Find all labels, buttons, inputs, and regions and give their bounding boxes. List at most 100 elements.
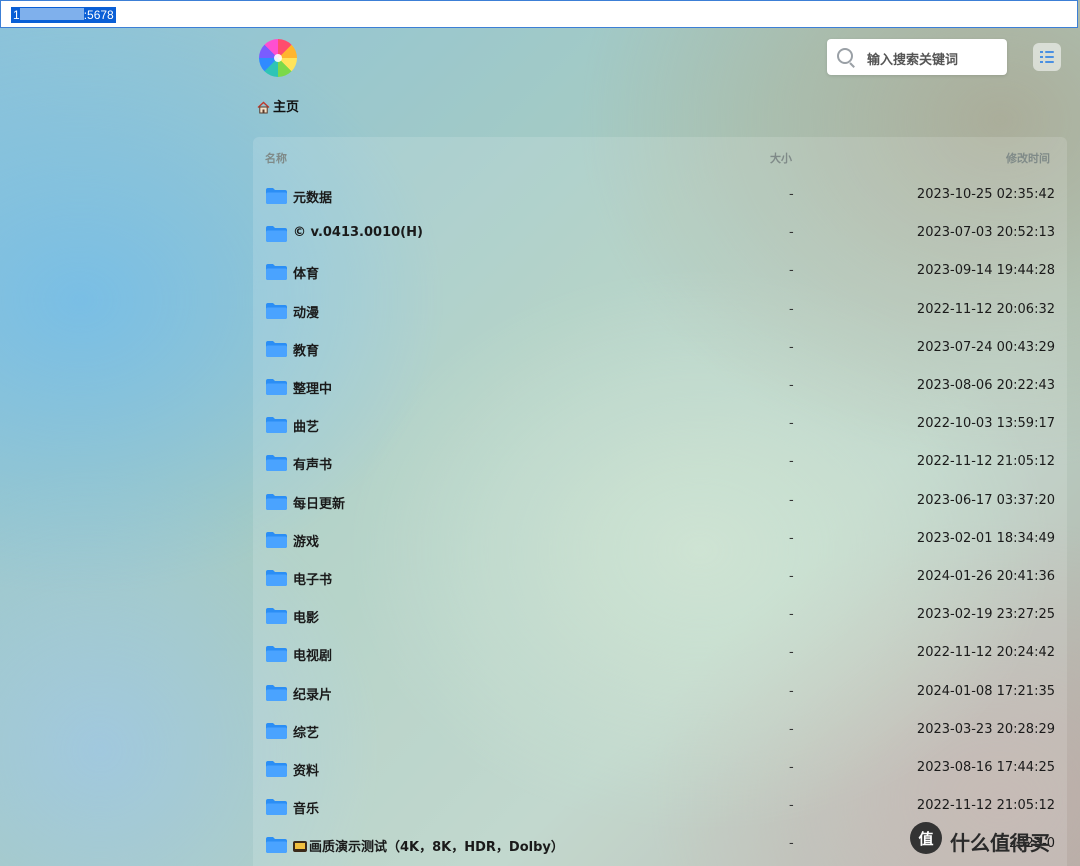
table-row[interactable]: 每日更新 - 2023-06-17 03:37:20 <box>253 482 1067 520</box>
row-name-text: 整理中 <box>293 382 333 397</box>
row-name[interactable]: 音乐 <box>293 798 319 817</box>
row-modified: 2024-01-08 17:21:35 <box>916 683 1055 699</box>
row-modified: 2022-11-12 21:05:12 <box>916 798 1055 814</box>
row-modified: 2023-02-01 18:34:49 <box>916 530 1055 546</box>
row-size: - <box>789 721 794 737</box>
folder-icon <box>266 493 287 510</box>
row-name[interactable]: 资料 <box>293 760 319 779</box>
row-size: - <box>789 187 794 202</box>
column-header-size[interactable]: 大小 <box>770 150 792 166</box>
row-modified: 2022-10-03 13:59:17 <box>916 416 1055 432</box>
table-row[interactable]: 体育 - 2023-09-14 19:44:28 <box>253 252 1067 290</box>
table-row[interactable]: 电子书 - 2024-01-26 20:41:36 <box>253 558 1067 596</box>
row-size: - <box>789 454 794 470</box>
row-name[interactable]: 体育 <box>293 263 319 282</box>
table-row[interactable]: 纪录片 - 2024-01-08 17:21:35 <box>253 673 1067 711</box>
row-name[interactable]: 动漫 <box>293 302 319 321</box>
folder-icon <box>266 226 287 243</box>
row-name-text: 画质演示测试（4K，8K，HDR，Dolby） <box>309 840 564 856</box>
row-name[interactable]: 曲艺 <box>293 416 319 435</box>
row-name-text: 电视剧 <box>293 649 333 665</box>
address-bar[interactable]: 1:5678 <box>0 0 1078 28</box>
table-row[interactable]: 教育 - 2023-07-24 00:43:29 <box>253 329 1067 367</box>
table-row[interactable]: 音乐 - 2022-11-12 21:05:12 <box>253 787 1067 825</box>
folder-icon <box>266 531 287 548</box>
search-icon <box>837 48 853 64</box>
row-modified: 2023-08-16 17:44:25 <box>916 760 1055 775</box>
row-modified: 2023-03-23 20:28:29 <box>916 721 1055 737</box>
table-row[interactable]: © v.0413.0010(H) - 2023-07-03 20:52:13 <box>253 214 1067 252</box>
row-size: - <box>789 645 794 661</box>
row-name[interactable]: 综艺 <box>293 722 319 741</box>
table-row[interactable]: 曲艺 - 2022-10-03 13:59:17 <box>253 405 1067 443</box>
row-name[interactable]: 元数据 <box>293 187 332 206</box>
row-name-text: 综艺 <box>293 725 320 741</box>
column-header-modified[interactable]: 修改时间 <box>1006 150 1050 166</box>
row-size: - <box>789 607 794 623</box>
list-view-button[interactable] <box>1033 43 1061 71</box>
row-name[interactable]: © v.0413.0010(H) <box>293 225 423 240</box>
row-modified: 2023-07-24 00:43:29 <box>916 339 1055 355</box>
folder-icon <box>266 455 287 472</box>
row-name-text: 教育 <box>293 343 320 359</box>
row-size: - <box>789 569 794 584</box>
row-name-text: 元数据 <box>293 191 333 206</box>
row-size: - <box>789 263 794 279</box>
table-row[interactable]: 整理中 - 2023-08-06 20:22:43 <box>253 367 1067 405</box>
folder-icon <box>266 722 287 739</box>
folder-icon <box>266 799 287 816</box>
row-name[interactable]: 电子书 <box>293 569 332 588</box>
table-row[interactable]: 游戏 - 2023-02-01 18:34:49 <box>253 520 1067 558</box>
row-size: - <box>789 378 794 393</box>
table-row[interactable]: 动漫 - 2022-11-12 20:06:32 <box>253 291 1067 329</box>
table-row[interactable]: 资料 - 2023-08-16 17:44:25 <box>253 749 1067 787</box>
breadcrumb-home-label: 主页 <box>273 100 300 115</box>
row-name[interactable]: 画质演示测试（4K，8K，HDR，Dolby） <box>293 836 564 855</box>
folder-icon <box>266 570 287 586</box>
tv-icon <box>293 841 307 853</box>
folder-icon <box>266 837 287 854</box>
breadcrumb[interactable]: 主页 <box>256 99 299 117</box>
search-box[interactable]: 输入搜索关键词 <box>827 39 1007 75</box>
row-modified: 2023-08-06 20:22:43 <box>916 378 1055 393</box>
table-row[interactable]: 元数据 - 2023-10-25 02:35:42 <box>253 176 1067 214</box>
folder-icon <box>266 379 287 395</box>
row-size: - <box>789 760 794 775</box>
row-name[interactable]: 有声书 <box>293 454 332 473</box>
table-row[interactable]: 电影 - 2023-02-19 23:27:25 <box>253 596 1067 634</box>
row-size: - <box>789 416 794 432</box>
column-header-name[interactable]: 名称 <box>265 150 287 166</box>
row-name[interactable]: 整理中 <box>293 378 332 397</box>
table-row[interactable]: 综艺 - 2023-03-23 20:28:29 <box>253 711 1067 749</box>
table-row[interactable]: 电视剧 - 2022-11-12 20:24:42 <box>253 634 1067 672</box>
row-modified: 2023-06-17 03:37:20 <box>916 492 1055 508</box>
url-text: 1:5678 <box>11 7 116 23</box>
list-icon-dot-1 <box>1040 51 1043 53</box>
row-size: - <box>789 492 794 508</box>
row-name-text: 有声书 <box>293 458 333 474</box>
row-name[interactable]: 电视剧 <box>293 645 332 664</box>
list-icon-line-3 <box>1045 61 1054 63</box>
row-modified: 2022-11-12 21:05:12 <box>916 454 1055 470</box>
search-input[interactable]: 输入搜索关键词 <box>867 49 958 68</box>
row-name[interactable]: 每日更新 <box>293 493 345 512</box>
row-modified: 2022-11-12 20:24:42 <box>916 645 1055 661</box>
row-name-text: 动漫 <box>293 305 320 321</box>
watermark-text: 什么值得买 <box>950 831 1050 855</box>
row-size: - <box>789 530 794 546</box>
row-name[interactable]: 教育 <box>293 340 319 359</box>
row-name[interactable]: 纪录片 <box>293 684 332 703</box>
row-size: - <box>789 301 794 317</box>
app-logo[interactable] <box>259 39 297 77</box>
list-icon-dot-3 <box>1040 61 1043 63</box>
row-size: - <box>789 339 794 355</box>
row-name-text: 音乐 <box>293 802 320 818</box>
row-size: - <box>789 683 794 699</box>
list-icon-line-2 <box>1045 56 1054 58</box>
row-name-text: 曲艺 <box>293 420 320 436</box>
table-row[interactable]: 有声书 - 2022-11-12 21:05:12 <box>253 443 1067 481</box>
row-name-text: 资料 <box>293 764 320 779</box>
row-name[interactable]: 游戏 <box>293 531 319 550</box>
table-row[interactable]: 画质演示测试（4K，8K，HDR，Dolby） -2023-0 <box>253 825 1067 863</box>
row-name[interactable]: 电影 <box>293 607 319 626</box>
